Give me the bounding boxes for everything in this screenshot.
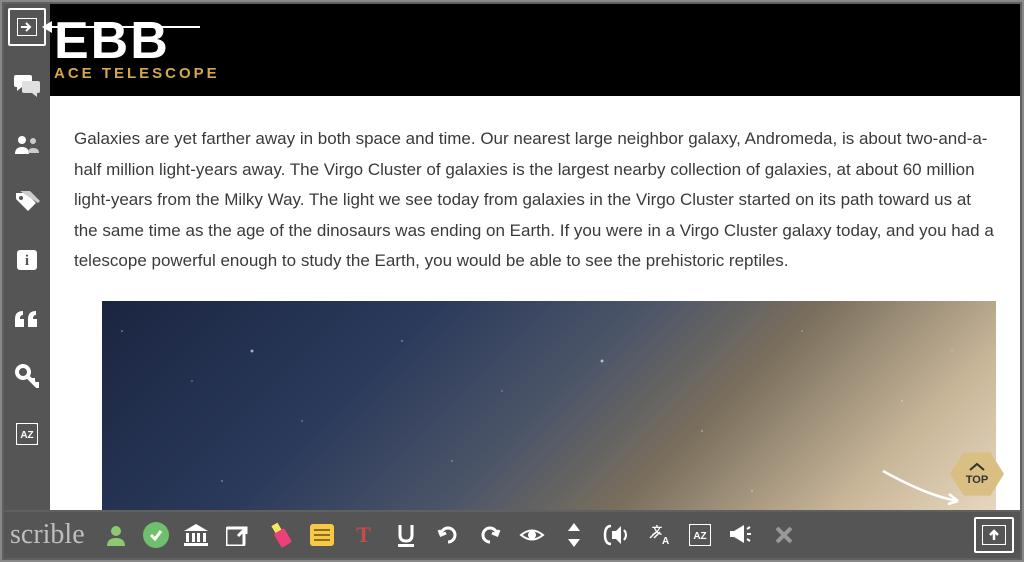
sidebar-expand-button[interactable] <box>8 8 46 46</box>
redo-icon[interactable] <box>475 520 505 550</box>
galaxy-image <box>102 301 996 510</box>
quotes-icon[interactable] <box>9 300 45 336</box>
bottom-toolbar: scrible T 文A AZ <box>4 512 1020 558</box>
upload-icon[interactable] <box>974 517 1014 553</box>
key-icon[interactable] <box>9 358 45 394</box>
text-style-icon[interactable]: T <box>349 520 379 550</box>
underline-icon[interactable] <box>391 520 421 550</box>
annotation-arrow-left <box>50 26 200 28</box>
translate-icon[interactable]: 文A <box>643 520 673 550</box>
content-area: EBB ACE TELESCOPE Galaxies are yet farth… <box>50 4 1020 510</box>
scrible-brand[interactable]: scrible <box>10 519 85 551</box>
close-icon[interactable] <box>769 520 799 550</box>
svg-text:i: i <box>25 253 29 269</box>
undo-icon[interactable] <box>433 520 463 550</box>
users-icon[interactable] <box>9 126 45 162</box>
svg-text:AZ: AZ <box>693 531 706 542</box>
info-icon[interactable]: i <box>9 242 45 278</box>
comments-icon[interactable] <box>9 68 45 104</box>
article-paragraph: Galaxies are yet farther away in both sp… <box>50 96 1020 293</box>
highlighter-icon[interactable] <box>265 520 295 550</box>
user-icon[interactable] <box>101 520 131 550</box>
sticky-note-icon[interactable] <box>307 520 337 550</box>
top-button-label: TOP <box>966 474 988 486</box>
left-sidebar: i AZ <box>4 4 50 510</box>
svg-text:A: A <box>662 536 669 546</box>
page-header: EBB ACE TELESCOPE <box>50 4 1020 96</box>
sort-icon[interactable] <box>559 520 589 550</box>
audio-icon[interactable] <box>601 520 631 550</box>
scroll-to-top-button[interactable]: TOP <box>950 450 1004 504</box>
dictionary-sidebar-icon[interactable]: AZ <box>9 416 45 452</box>
check-icon[interactable] <box>143 522 169 548</box>
dictionary-icon[interactable]: AZ <box>685 520 715 550</box>
svg-text:AZ: AZ <box>20 430 33 441</box>
header-subtitle: ACE TELESCOPE <box>54 65 1020 82</box>
share-icon[interactable] <box>223 520 253 550</box>
tags-icon[interactable] <box>9 184 45 220</box>
visibility-icon[interactable] <box>517 520 547 550</box>
institution-icon[interactable] <box>181 520 211 550</box>
announce-icon[interactable] <box>727 520 757 550</box>
